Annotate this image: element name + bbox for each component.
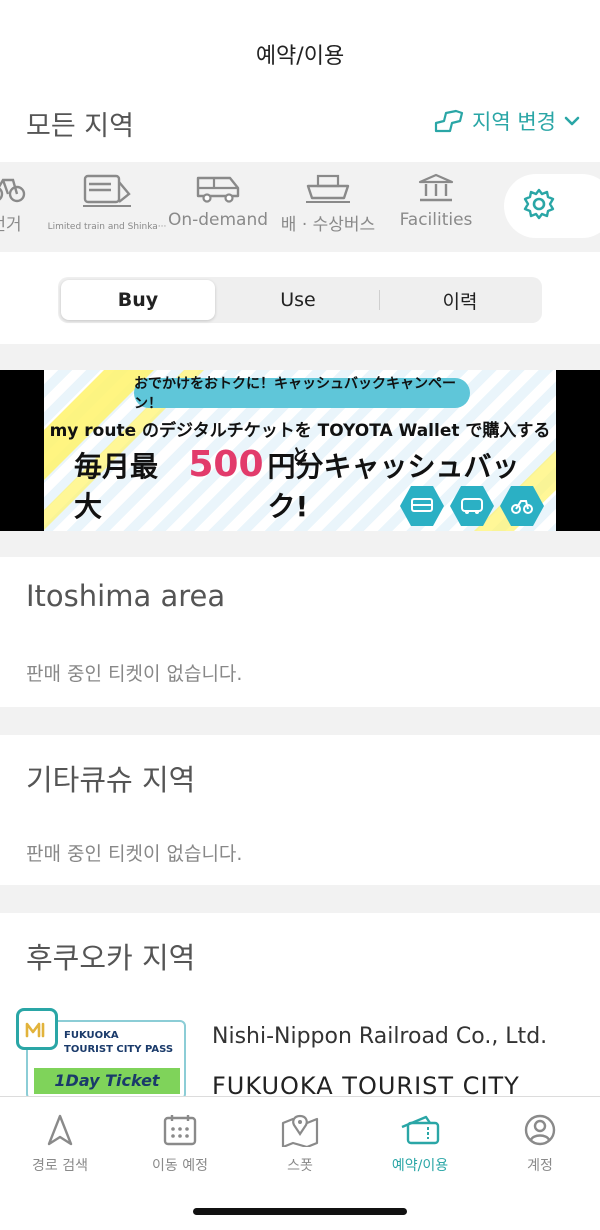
segment-buy[interactable]: Buy — [61, 280, 215, 320]
category-label: On-demand — [167, 210, 269, 230]
section-title: 후쿠오카 지역 — [26, 941, 196, 975]
chevron-down-icon — [564, 115, 580, 127]
app-header: 예약/이용 — [0, 0, 600, 100]
bicycle-icon — [0, 172, 26, 204]
no-tickets-message: 판매 중인 티켓이 없습니다. — [26, 843, 243, 865]
banner-icon-row — [400, 486, 544, 526]
promo-banner[interactable]: おでかけをおトクに！キャッシュバックキャンペーン！ my route のデジタル… — [0, 370, 600, 531]
ticket-thumb-line1: FUKUOKA — [64, 1030, 119, 1041]
ticket-thumb-line2: TOURIST CITY PASS — [64, 1044, 174, 1055]
tab-spots[interactable]: 스폿 — [240, 1113, 360, 1175]
category-label: Limited train and Shinka··· — [47, 222, 167, 232]
tab-route-search[interactable]: 경로 검색 — [0, 1113, 120, 1175]
region-change-button[interactable]: 지역 변경 — [434, 106, 580, 136]
tab-label: 경로 검색 — [32, 1158, 88, 1174]
category-bicycle[interactable]: 전거 — [0, 172, 26, 244]
ticket-icon — [400, 1113, 440, 1147]
section-title: Itoshima area — [26, 579, 226, 613]
banner-cashback-prefix: 毎月最大 — [74, 450, 159, 523]
category-bar: 전거 Limited train and Shinka··· On-demand… — [0, 162, 600, 252]
segmented-control: Buy Use 이력 — [58, 277, 542, 323]
ship-icon — [304, 172, 352, 204]
section-gap — [0, 344, 600, 370]
section-gap — [0, 707, 600, 735]
segmented-control-area: Buy Use 이력 — [0, 252, 600, 344]
gear-icon — [522, 187, 556, 225]
category-label: 배 · 수상버스 — [280, 215, 376, 235]
building-icon — [416, 172, 456, 204]
train-icon — [400, 486, 444, 526]
region-section-itoshima: Itoshima area 판매 중인 티켓이 없습니다. — [0, 557, 600, 707]
calendar-icon — [162, 1113, 198, 1147]
category-label: 전거 — [0, 215, 22, 235]
region-map-icon — [434, 109, 464, 133]
promo-banner-image: おでかけをおトクに！キャッシュバックキャンペーン！ my route のデジタル… — [44, 370, 556, 531]
navigation-arrow-icon — [45, 1113, 75, 1147]
category-label: Facilities — [399, 210, 473, 230]
category-settings-button[interactable] — [504, 174, 600, 238]
section-gap — [0, 885, 600, 913]
region-row: 모든 지역 지역 변경 — [0, 100, 600, 160]
category-facilities[interactable]: Facilities — [388, 172, 484, 244]
tab-label: 이동 예정 — [152, 1158, 208, 1174]
ticket-company[interactable]: Nishi-Nippon Railroad Co., Ltd. — [212, 1024, 547, 1049]
page-title: 예약/이용 — [255, 44, 345, 69]
region-title: 모든 지역 — [26, 111, 134, 142]
tab-label: 계정 — [527, 1158, 553, 1174]
map-pin-icon — [280, 1113, 320, 1147]
category-ship[interactable]: 배 · 수상버스 — [280, 172, 376, 244]
my-route-logo-icon — [16, 1008, 58, 1050]
van-icon — [194, 172, 242, 204]
tab-reservation-use[interactable]: 예약/이용 — [360, 1113, 480, 1175]
tab-label: 예약/이용 — [391, 1158, 449, 1174]
segment-history[interactable]: 이력 — [382, 280, 538, 320]
segment-divider — [379, 290, 380, 310]
category-limited-train[interactable]: Limited train and Shinka··· — [48, 172, 166, 244]
no-tickets-message: 판매 중인 티켓이 없습니다. — [26, 663, 243, 685]
bus-icon — [450, 486, 494, 526]
account-icon — [523, 1113, 557, 1147]
ticket-thumb-line3: 1Day Ticket — [34, 1068, 180, 1094]
home-indicator[interactable] — [193, 1208, 407, 1215]
segment-use[interactable]: Use — [218, 280, 378, 320]
tab-label: 스폿 — [287, 1158, 313, 1174]
region-change-label: 지역 변경 — [472, 110, 556, 134]
tab-account[interactable]: 계정 — [480, 1113, 600, 1175]
banner-headline: おでかけをおトクに！キャッシュバックキャンペーン！ — [134, 376, 470, 412]
tab-scheduled-trips[interactable]: 이동 예정 — [120, 1113, 240, 1175]
category-on-demand[interactable]: On-demand — [167, 172, 269, 244]
region-section-kitakyushu: 기타큐슈 지역 판매 중인 티켓이 없습니다. — [0, 735, 600, 885]
section-title: 기타큐슈 지역 — [26, 763, 196, 797]
bicycle-icon — [500, 486, 544, 526]
train-icon — [81, 172, 133, 208]
banner-cashback-amount: 500 — [188, 444, 264, 485]
section-gap — [0, 531, 600, 557]
